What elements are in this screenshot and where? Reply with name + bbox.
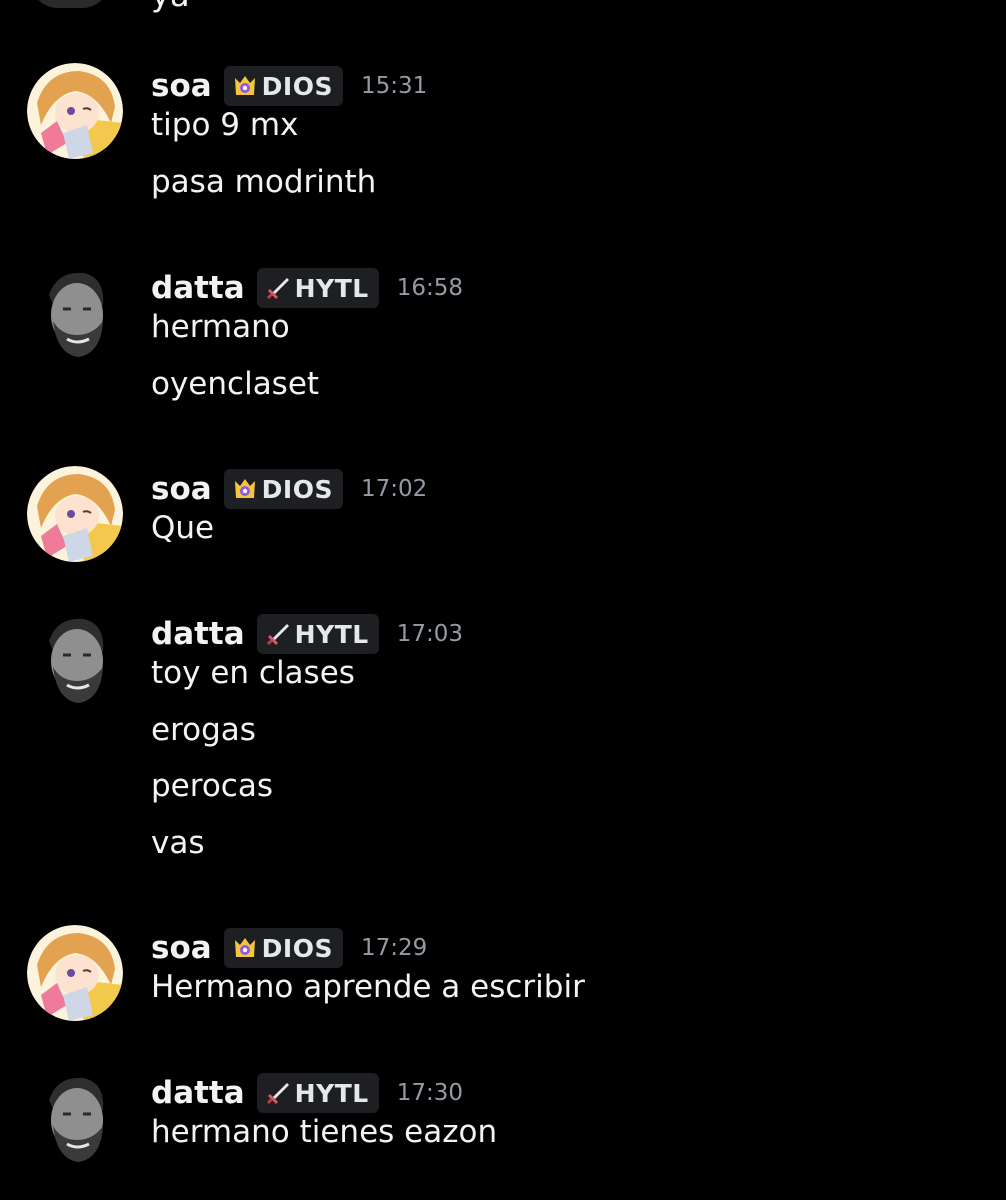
message-text: ya xyxy=(151,0,190,11)
timestamp: 17:03 xyxy=(396,621,463,647)
message-body: tipo 9 mx pasa modrinth xyxy=(151,97,376,210)
tag-label: DIOS xyxy=(261,474,333,504)
crown-badge-icon xyxy=(232,935,258,961)
partial-message: ya xyxy=(0,0,1006,11)
server-tag[interactable]: DIOS xyxy=(223,469,343,509)
message-text: tipo 9 mx xyxy=(151,107,299,143)
sword-icon xyxy=(265,1080,291,1106)
message-body: hermano oyenclaset xyxy=(151,299,319,412)
timestamp: 17:30 xyxy=(396,1080,463,1106)
crown-badge-icon xyxy=(232,476,258,502)
timestamp: 17:02 xyxy=(360,476,428,502)
message-text: pasa modrinth xyxy=(151,163,377,200)
message-body: hermano tienes eazon xyxy=(151,1104,497,1161)
avatar[interactable] xyxy=(27,63,123,159)
message-text: Hermano aprende a escribir xyxy=(151,969,585,1005)
message-text: vas xyxy=(151,824,205,861)
avatar[interactable] xyxy=(27,611,123,707)
timestamp: 17:29 xyxy=(360,935,428,961)
partial-avatar[interactable] xyxy=(30,0,110,8)
crown-badge-icon xyxy=(232,73,258,99)
avatar[interactable] xyxy=(27,925,123,1021)
chat-message-list[interactable]: ya soa xyxy=(0,0,1006,1200)
sword-icon xyxy=(265,275,291,301)
message-text: oyenclaset xyxy=(151,365,320,402)
avatar[interactable] xyxy=(27,466,123,562)
message-text: hermano tienes eazon xyxy=(151,1114,498,1150)
message-body: Hermano aprende a escribir xyxy=(151,959,585,1016)
message-body: Que xyxy=(151,500,214,557)
avatar[interactable] xyxy=(27,1070,123,1166)
message-text: hermano xyxy=(151,309,290,345)
message-body: toy en clases erogas perocas vas xyxy=(151,645,355,871)
message-text: erogas xyxy=(151,711,256,748)
timestamp: 15:31 xyxy=(360,73,428,99)
sword-icon xyxy=(265,621,291,647)
message-text: toy en clases xyxy=(151,655,355,691)
message-text: Que xyxy=(151,510,215,546)
timestamp: 16:58 xyxy=(396,275,463,301)
message-text: perocas xyxy=(151,768,273,804)
avatar[interactable] xyxy=(27,265,123,361)
